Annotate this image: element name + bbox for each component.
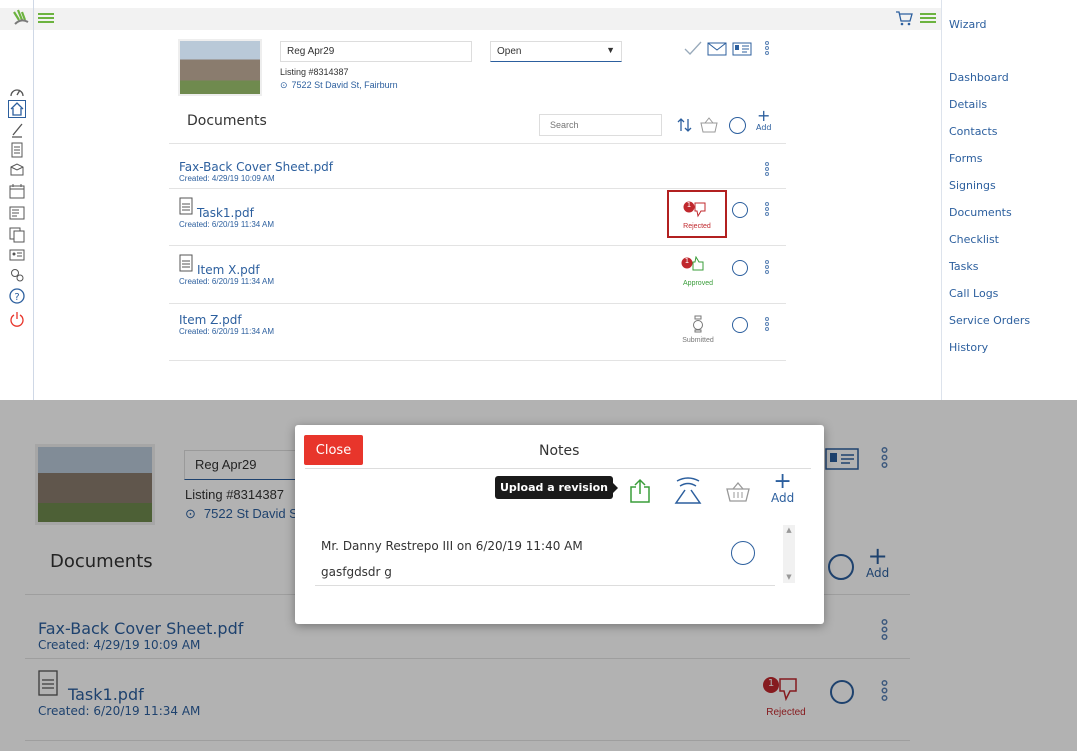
document-more-icon[interactable] — [764, 162, 770, 176]
power-icon[interactable] — [8, 310, 26, 328]
cart-icon[interactable] — [895, 10, 913, 26]
contact-card-icon[interactable] — [8, 246, 26, 264]
nav-contacts[interactable]: Contacts — [949, 125, 998, 138]
row-select-circle[interactable] — [732, 317, 748, 333]
document-title[interactable]: Task1.pdf — [197, 206, 274, 220]
row-select-circle[interactable] — [732, 202, 748, 218]
notes-modal: Close Notes Upload a revision + Add Mr. D… — [295, 425, 824, 624]
nav-dashboard[interactable]: Dashboard — [949, 71, 1009, 84]
left-icon-sidebar: ? — [0, 0, 34, 400]
document-more-icon[interactable] — [764, 317, 770, 331]
divider — [305, 468, 811, 469]
scrollbar[interactable]: ▲ ▼ — [783, 525, 795, 583]
plus-icon: + — [757, 106, 771, 125]
pages-icon[interactable] — [8, 226, 26, 244]
listing-photo[interactable] — [178, 39, 262, 96]
document-row[interactable]: Item X.pdf Created: 6/20/19 11:34 AM — [179, 263, 274, 286]
rejected-status-highlight[interactable]: 1 Rejected — [667, 190, 727, 238]
divider — [169, 360, 786, 361]
status-select[interactable]: Open ▼ — [490, 41, 622, 62]
document-created: Created: 6/20/19 11:34 AM — [179, 220, 275, 229]
document-title: Item X.pdf — [197, 263, 260, 277]
gears-icon[interactable] — [8, 266, 26, 284]
top-panel: ? Wizard Dashboard Details Contacts Form… — [0, 0, 1077, 400]
upload-revision-tooltip: Upload a revision — [495, 476, 618, 499]
nav-service-orders[interactable]: Service Orders — [949, 314, 1030, 327]
hand-signature-icon[interactable] — [673, 475, 703, 509]
nav-details[interactable]: Details — [949, 98, 987, 111]
listing-more-icon[interactable] — [764, 41, 770, 55]
nav-history[interactable]: History — [949, 341, 988, 354]
section-title: Documents — [187, 113, 267, 129]
contact-card-icon[interactable] — [732, 41, 752, 60]
status-badge: 1 — [684, 257, 690, 265]
document-more-icon[interactable] — [764, 202, 770, 216]
note-select-circle[interactable] — [731, 541, 755, 565]
scroll-down-icon[interactable]: ▼ — [783, 573, 795, 581]
add-note-button[interactable]: + Add — [771, 469, 794, 506]
divider — [169, 245, 786, 246]
box-icon[interactable] — [8, 161, 26, 179]
document-row[interactable]: Fax-Back Cover Sheet.pdf Created: 4/29/1… — [179, 160, 333, 183]
calendar-icon[interactable] — [8, 182, 26, 200]
hamburger-right-icon[interactable] — [920, 12, 936, 24]
map-pin-icon: ⊙ — [280, 80, 288, 90]
bottom-panel: Reg Apr29 Listing #8314387 ⊙ 7522 St Davi… — [0, 400, 1077, 751]
dashboard-gauge-icon[interactable] — [8, 82, 26, 100]
basket-icon[interactable] — [699, 117, 719, 137]
document-created: Created: 6/20/19 11:34 AM — [179, 327, 275, 336]
note-author: Mr. Danny Restrepo III on 6/20/19 11:40 … — [321, 539, 583, 553]
pen-icon[interactable] — [8, 121, 26, 139]
listing-name-input[interactable]: Reg Apr29 — [280, 41, 472, 62]
nav-documents[interactable]: Documents — [949, 206, 1012, 219]
nav-wizard[interactable]: Wizard — [949, 18, 987, 31]
hamburger-menu-icon[interactable] — [38, 12, 54, 24]
modal-title: Notes — [539, 443, 580, 459]
status-select-value: Open — [497, 46, 522, 57]
mail-icon[interactable] — [707, 41, 727, 60]
nav-checklist[interactable]: Checklist — [949, 233, 999, 246]
status-badge: 1 — [686, 201, 692, 209]
status-label: Approved — [683, 280, 713, 287]
plus-icon: + — [773, 469, 792, 494]
listing-number: Listing #8314387 — [280, 67, 349, 77]
nav-tasks[interactable]: Tasks — [949, 260, 978, 273]
svg-text:?: ? — [14, 292, 19, 303]
document-title: Fax-Back Cover Sheet.pdf — [179, 160, 334, 174]
document-more-icon[interactable] — [764, 260, 770, 274]
nav-forms[interactable]: Forms — [949, 152, 982, 165]
scroll-up-icon[interactable]: ▲ — [783, 525, 795, 535]
watch-icon[interactable] — [692, 315, 704, 337]
divider — [169, 143, 786, 144]
basket-icon[interactable] — [725, 481, 751, 507]
document-row[interactable]: Item Z.pdf Created: 6/20/19 11:34 AM — [179, 313, 274, 336]
document-created: Created: 6/20/19 11:34 AM — [179, 277, 275, 286]
listing-address[interactable]: ⊙ 7522 St David St, Fairburn — [280, 80, 398, 91]
top-bar — [0, 8, 942, 30]
document-created: Created: 4/29/19 10:09 AM — [179, 174, 275, 183]
divider — [315, 585, 775, 586]
divider — [169, 303, 786, 304]
document-title: Item Z.pdf — [179, 313, 242, 327]
document-list-icon[interactable] — [8, 141, 26, 159]
row-select-circle[interactable] — [732, 260, 748, 276]
status-label: Submitted — [682, 337, 714, 344]
dropdown-arrow-icon: ▼ — [606, 45, 615, 55]
report-icon[interactable] — [8, 204, 26, 222]
home-icon[interactable] — [8, 100, 26, 118]
help-icon[interactable]: ? — [8, 287, 26, 305]
nav-call-logs[interactable]: Call Logs — [949, 287, 998, 300]
search-input[interactable] — [539, 114, 662, 136]
close-button[interactable]: Close — [304, 435, 363, 465]
right-navigation: Wizard Dashboard Details Contacts Forms … — [941, 0, 1077, 400]
nav-signings[interactable]: Signings — [949, 179, 996, 192]
status-label: Rejected — [683, 223, 711, 230]
sort-icon[interactable] — [677, 117, 693, 137]
check-icon[interactable] — [683, 40, 703, 60]
upload-icon[interactable] — [629, 478, 651, 508]
add-button[interactable]: + Add — [756, 106, 772, 133]
note-text: gasfgdsdr g — [321, 565, 392, 579]
divider — [169, 188, 786, 189]
select-all-circle[interactable] — [729, 117, 746, 134]
